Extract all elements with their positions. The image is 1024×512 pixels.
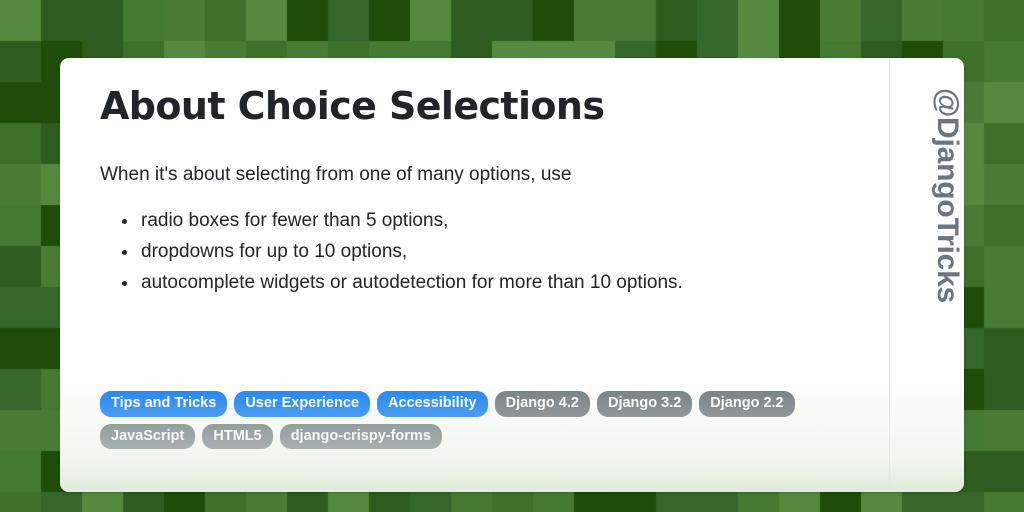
tag-accessibility[interactable]: Accessibility [376, 391, 488, 417]
site-handle[interactable]: @DjangoTricks [930, 88, 964, 303]
tag-django-crispy-forms[interactable]: django-crispy-forms [279, 423, 442, 450]
tag-django-2-2[interactable]: Django 2.2 [699, 391, 795, 417]
tag-django-4-2[interactable]: Django 4.2 [494, 391, 590, 417]
options-list: radio boxes for fewer than 5 options, dr… [100, 206, 683, 298]
tag-row: JavaScript HTML5 django-crispy-forms [100, 423, 860, 450]
article-card: About Choice Selections When it's about … [60, 58, 964, 492]
card-main-column: About Choice Selections When it's about … [60, 58, 889, 492]
tag-javascript[interactable]: JavaScript [100, 423, 196, 450]
list-item: autocomplete widgets or autodetection fo… [122, 268, 683, 299]
tag-tips-and-tricks[interactable]: Tips and Tricks [100, 391, 228, 417]
card-side-column: @DjangoTricks [890, 58, 964, 492]
tag-row: Tips and Tricks User Experience Accessib… [100, 391, 860, 417]
list-item: radio boxes for fewer than 5 options, [122, 206, 683, 237]
list-item: dropdowns for up to 10 options, [122, 237, 683, 268]
intro-paragraph: When it's about selecting from one of ma… [100, 164, 572, 185]
tag-html5[interactable]: HTML5 [202, 423, 273, 450]
page-title: About Choice Selections [100, 84, 605, 128]
tag-django-3-2[interactable]: Django 3.2 [596, 391, 693, 417]
tag-area: Tips and Tricks User Experience Accessib… [100, 391, 860, 456]
tag-user-experience[interactable]: User Experience [234, 391, 370, 417]
